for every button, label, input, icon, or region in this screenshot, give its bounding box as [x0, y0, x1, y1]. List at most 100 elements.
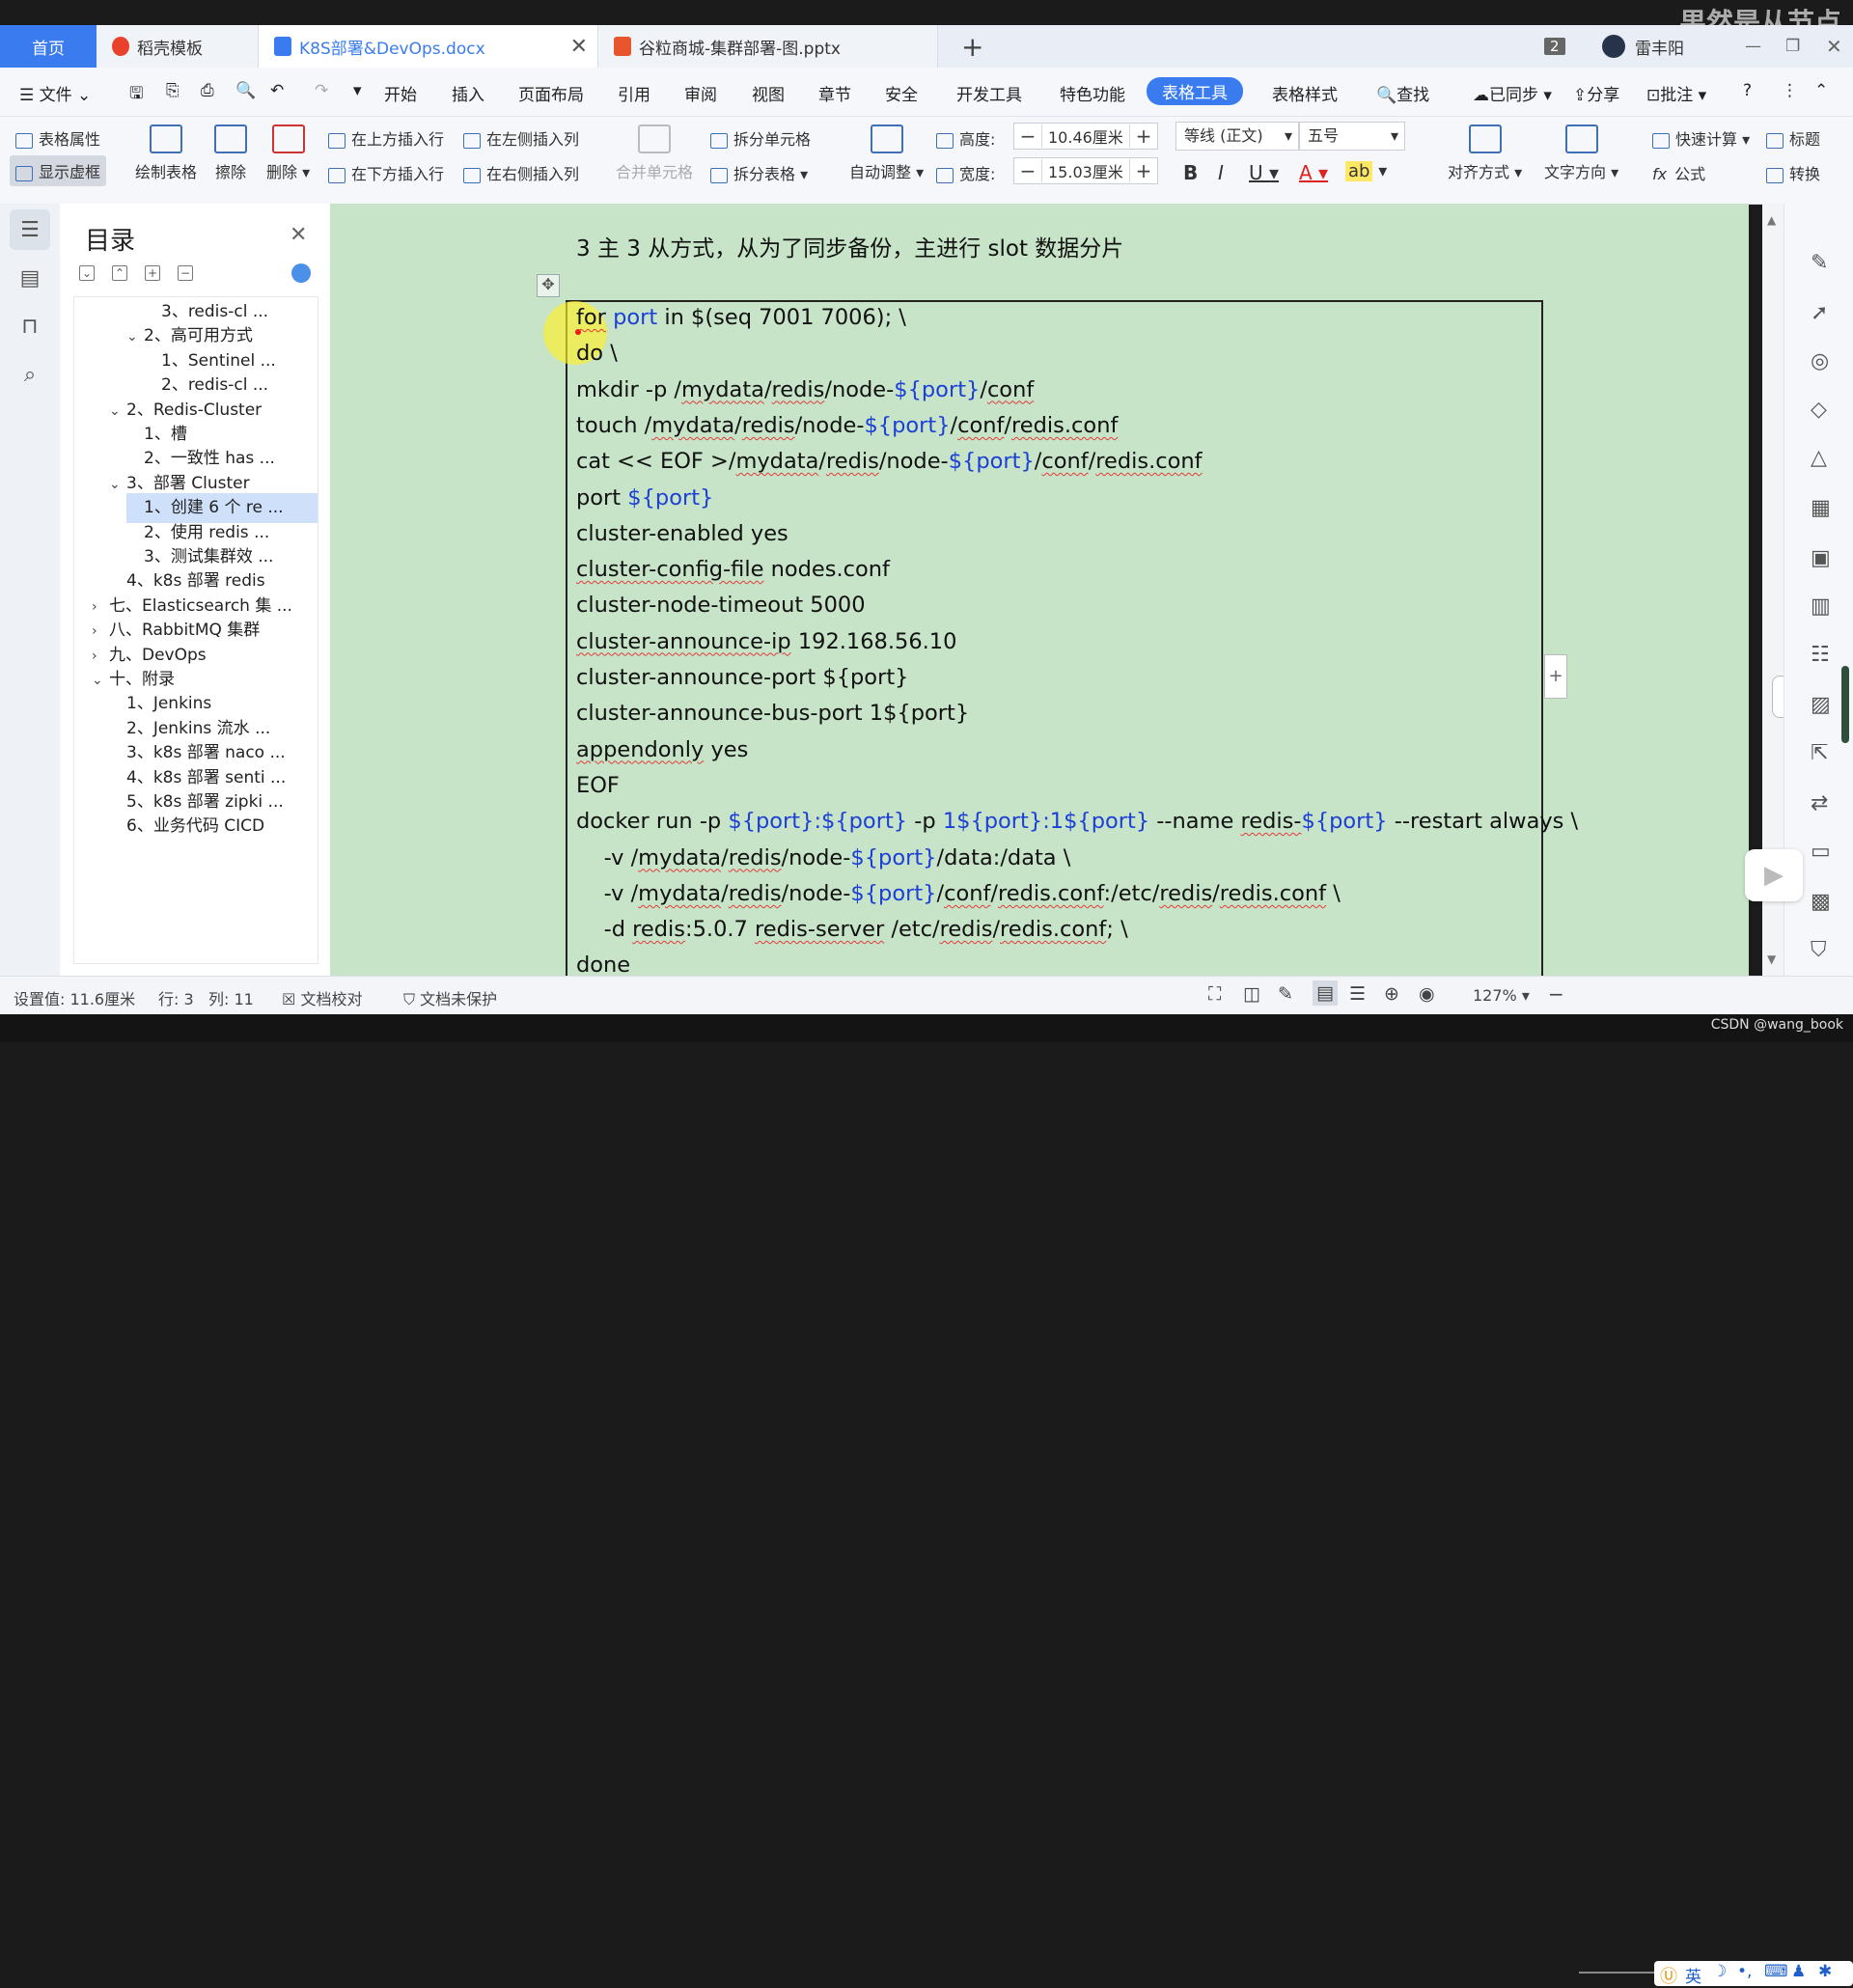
print-icon[interactable]: ⎙ — [201, 81, 214, 100]
insert-row-below-button[interactable]: 在下方插入行 — [328, 161, 444, 184]
menu-review[interactable]: 审阅 — [684, 81, 717, 105]
close-window-icon[interactable]: ✕ — [1826, 25, 1842, 68]
increase-icon[interactable]: + — [1130, 124, 1157, 148]
web-view-icon[interactable]: ⊕ — [1384, 983, 1399, 1005]
split-table-button[interactable]: 拆分表格 ▾ — [710, 161, 808, 184]
font-family-select[interactable]: 等线 (正文) ▾ — [1175, 122, 1299, 151]
location-icon[interactable]: ◎ — [1811, 349, 1829, 373]
user-account[interactable]: 雷丰阳 — [1602, 25, 1684, 68]
chevron-down-icon[interactable]: ⌄ — [109, 470, 126, 500]
maximize-icon[interactable]: ❐ — [1785, 25, 1800, 68]
more-icon[interactable]: ⋮ — [1782, 81, 1798, 100]
tab-home[interactable]: 首页 — [0, 25, 97, 68]
show-dashed-button[interactable]: 显示虚框 — [10, 155, 107, 186]
decrease-icon[interactable]: − — [1014, 159, 1041, 182]
share-button[interactable]: ⇪分享 — [1573, 81, 1619, 105]
font-size-select[interactable]: 五号 ▾ — [1299, 122, 1405, 151]
quick-calc-button[interactable]: 快速计算 ▾ — [1652, 126, 1750, 150]
table-properties-button[interactable]: 表格属性 — [15, 126, 100, 150]
export-share-icon[interactable]: ⇱ — [1811, 741, 1828, 765]
doc-protect-button[interactable]: ⛉ 文档未保护 — [403, 986, 497, 1009]
menu-insert[interactable]: 插入 — [452, 81, 484, 105]
font-color-button[interactable]: A ▾ — [1299, 161, 1328, 184]
sync-toc-icon[interactable] — [291, 263, 311, 283]
text-direction-button[interactable]: 文字方向 ▾ — [1544, 124, 1618, 182]
find-icon[interactable]: ⌕ — [10, 354, 50, 395]
toc-panel-icon[interactable]: ☰ — [10, 209, 50, 250]
sync-button[interactable]: ☁已同步 ▾ — [1473, 81, 1552, 105]
decrease-icon[interactable]: − — [1014, 124, 1041, 148]
remove-heading-icon[interactable]: − — [178, 265, 193, 281]
save-icon[interactable]: 🖫 — [129, 81, 143, 109]
menu-security[interactable]: 安全 — [885, 81, 918, 105]
width-value[interactable]: 15.03厘米 — [1041, 159, 1130, 182]
draw-table-button[interactable]: 绘制表格 — [135, 124, 197, 182]
increase-icon[interactable]: + — [1130, 159, 1157, 182]
print-preview-icon[interactable]: 🔍 — [235, 81, 256, 100]
menu-chapter[interactable]: 章节 — [818, 81, 851, 105]
insert-row-above-button[interactable]: 在上方插入行 — [328, 126, 444, 150]
tab-k8s-devops-doc[interactable]: K8S部署&DevOps.docx ✕ — [259, 25, 598, 68]
outline-view-icon[interactable]: ☰ — [1349, 983, 1366, 1005]
scroll-up-icon[interactable]: ▲ — [1767, 213, 1776, 227]
formula-button[interactable]: fx 公式 — [1652, 161, 1705, 184]
tab-docer-template[interactable]: 稻壳模板 — [97, 25, 259, 68]
table-move-handle-icon[interactable]: ✥ — [537, 274, 560, 297]
menu-features[interactable]: 特色功能 — [1060, 81, 1125, 105]
convert-button[interactable]: 转换 — [1766, 161, 1820, 184]
minimize-icon[interactable]: — — [1745, 25, 1761, 68]
ime-moon-icon[interactable]: ☽ — [1712, 1962, 1727, 1981]
new-tab-button[interactable]: + — [961, 25, 983, 68]
ime-user-icon[interactable]: ♟ — [1791, 1962, 1806, 1981]
zoom-select[interactable]: 127% ▾ — [1473, 986, 1530, 1005]
add-column-icon[interactable]: + — [1544, 654, 1567, 699]
height-stepper[interactable]: −10.46厘米 + — [1013, 123, 1158, 150]
menu-references[interactable]: 引用 — [618, 81, 650, 105]
insert-col-left-button[interactable]: 在左侧插入列 — [463, 126, 579, 150]
bold-button[interactable]: B — [1183, 161, 1198, 184]
menu-developer[interactable]: 开发工具 — [956, 81, 1022, 105]
chart-icon[interactable]: ▥ — [1811, 594, 1831, 619]
undo-icon[interactable]: ↶ — [270, 81, 284, 100]
archive-icon[interactable]: ▭ — [1811, 840, 1831, 864]
page-view-icon[interactable]: ▤ — [1313, 980, 1338, 1006]
search-button[interactable]: 🔍查找 — [1376, 81, 1429, 105]
auto-adjust-button[interactable]: 自动调整 ▾ — [849, 124, 924, 182]
edit-mode-icon[interactable]: ✎ — [1278, 983, 1293, 1005]
menu-table-style[interactable]: 表格样式 — [1272, 81, 1338, 105]
ime-tools-icon[interactable]: ✱ — [1818, 1962, 1832, 1981]
doc-paragraph[interactable]: 3 主 3 从方式，从为了同步备份，主进行 slot 数据分片 — [576, 230, 1123, 262]
menu-table-tools[interactable]: 表格工具 — [1147, 77, 1243, 105]
redo-icon[interactable]: ↷ — [315, 81, 328, 100]
split-cell-button[interactable]: 拆分单元格 — [710, 126, 811, 150]
menu-start[interactable]: 开始 — [384, 81, 417, 105]
select-cursor-icon[interactable]: ➚ — [1811, 301, 1828, 325]
chevron-down-icon[interactable]: ⌄ — [126, 322, 144, 352]
triangle-icon[interactable]: △ — [1811, 446, 1827, 470]
merge-cells-button[interactable]: 合并单元格 — [616, 124, 693, 182]
menu-page-layout[interactable]: 页面布局 — [518, 81, 584, 105]
delete-button[interactable]: 删除 ▾ — [266, 124, 310, 182]
grid-apps-icon[interactable]: ▣ — [1811, 546, 1831, 570]
expand-all-icon[interactable]: ⌄ — [79, 265, 95, 281]
add-heading-icon[interactable]: + — [145, 265, 160, 281]
bookmark-icon[interactable]: ⊓ — [10, 306, 50, 346]
settings-sliders-icon[interactable]: ☷ — [1811, 643, 1830, 667]
window-count-badge[interactable]: 2 — [1544, 25, 1565, 68]
comment-button[interactable]: ⊡批注 ▾ — [1646, 81, 1706, 105]
shield-icon[interactable]: ⛉ — [1811, 938, 1827, 962]
align-button[interactable]: 对齐方式 ▾ — [1448, 124, 1522, 182]
image-icon[interactable]: ▨ — [1811, 693, 1831, 717]
erase-button[interactable]: 擦除 — [214, 124, 247, 182]
ime-punct-icon[interactable]: •, — [1737, 1962, 1752, 1981]
title-row-button[interactable]: 标题 — [1766, 126, 1820, 150]
zoom-slider[interactable] — [1579, 1972, 1666, 1974]
chevron-down-icon[interactable]: ⌄ — [92, 666, 109, 696]
chevron-down-icon[interactable]: ⌄ — [109, 397, 126, 427]
tab-pptx[interactable]: 谷粒商城-集群部署-图.pptx — [598, 25, 938, 68]
close-icon[interactable]: ✕ — [290, 223, 307, 247]
menu-view[interactable]: 视图 — [752, 81, 785, 105]
height-value[interactable]: 10.46厘米 — [1041, 124, 1130, 148]
translate-icon[interactable]: ⇄ — [1811, 791, 1828, 815]
fullscreen-icon[interactable]: ⛶ — [1208, 983, 1221, 1005]
